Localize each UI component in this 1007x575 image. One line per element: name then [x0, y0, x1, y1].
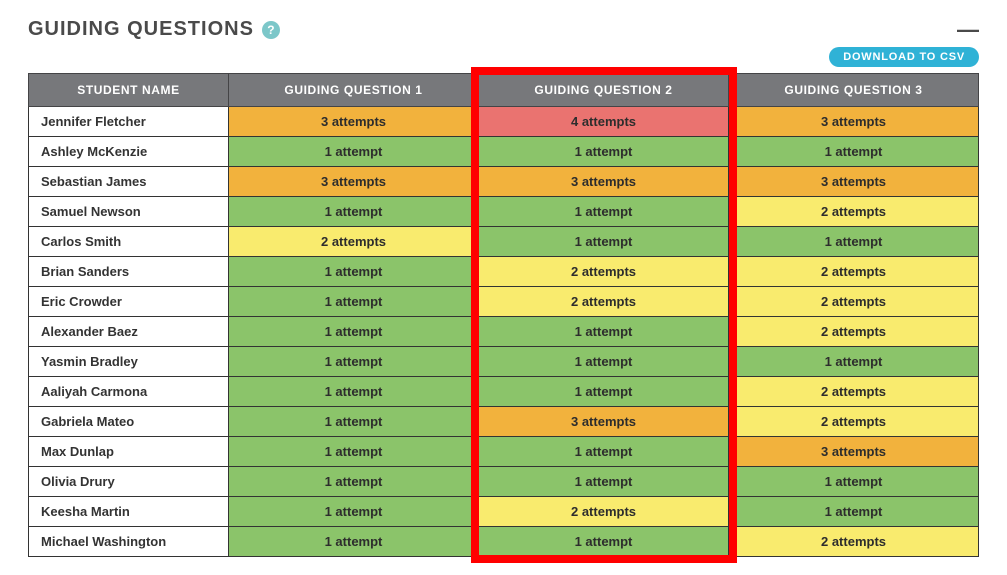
col-header-student-name[interactable]: STUDENT NAME: [29, 74, 229, 107]
col-header-gq3[interactable]: GUIDING QUESTION 3: [729, 74, 979, 107]
attempt-cell[interactable]: 2 attempts: [479, 497, 729, 527]
attempt-cell[interactable]: 2 attempts: [729, 377, 979, 407]
attempt-cell[interactable]: 1 attempt: [729, 497, 979, 527]
table-header-row: STUDENT NAME GUIDING QUESTION 1 GUIDING …: [29, 74, 979, 107]
attempt-cell[interactable]: 2 attempts: [729, 257, 979, 287]
student-name-cell[interactable]: Yasmin Bradley: [29, 347, 229, 377]
student-name-cell[interactable]: Keesha Martin: [29, 497, 229, 527]
download-row: DOWNLOAD TO CSV: [28, 47, 979, 67]
attempt-cell[interactable]: 1 attempt: [229, 197, 479, 227]
attempt-cell[interactable]: 1 attempt: [229, 497, 479, 527]
attempt-cell[interactable]: 1 attempt: [229, 137, 479, 167]
student-name-cell[interactable]: Alexander Baez: [29, 317, 229, 347]
attempt-cell[interactable]: 1 attempt: [229, 287, 479, 317]
attempt-cell[interactable]: 2 attempts: [479, 257, 729, 287]
attempt-cell[interactable]: 1 attempt: [479, 377, 729, 407]
attempt-cell[interactable]: 1 attempt: [479, 197, 729, 227]
attempt-cell[interactable]: 2 attempts: [729, 317, 979, 347]
student-name-cell[interactable]: Aaliyah Carmona: [29, 377, 229, 407]
attempt-cell[interactable]: 1 attempt: [479, 227, 729, 257]
page-title: GUIDING QUESTIONS: [28, 18, 254, 41]
attempt-cell[interactable]: 1 attempt: [729, 467, 979, 497]
table-row: Sebastian James3 attempts3 attempts3 att…: [29, 167, 979, 197]
attempt-cell[interactable]: 1 attempt: [479, 317, 729, 347]
table-container: STUDENT NAME GUIDING QUESTION 1 GUIDING …: [28, 73, 979, 557]
attempt-cell[interactable]: 3 attempts: [479, 167, 729, 197]
attempt-cell[interactable]: 3 attempts: [229, 107, 479, 137]
attempt-cell[interactable]: 1 attempt: [229, 407, 479, 437]
collapse-icon[interactable]: —: [957, 19, 979, 41]
help-icon[interactable]: ?: [262, 21, 280, 39]
attempt-cell[interactable]: 1 attempt: [229, 437, 479, 467]
table-row: Jennifer Fletcher3 attempts4 attempts3 a…: [29, 107, 979, 137]
table-row: Keesha Martin1 attempt2 attempts1 attemp…: [29, 497, 979, 527]
table-row: Olivia Drury1 attempt1 attempt1 attempt: [29, 467, 979, 497]
student-name-cell[interactable]: Gabriela Mateo: [29, 407, 229, 437]
attempt-cell[interactable]: 2 attempts: [729, 197, 979, 227]
attempt-cell[interactable]: 1 attempt: [229, 317, 479, 347]
attempt-cell[interactable]: 3 attempts: [729, 437, 979, 467]
table-row: Max Dunlap1 attempt1 attempt3 attempts: [29, 437, 979, 467]
student-name-cell[interactable]: Brian Sanders: [29, 257, 229, 287]
student-name-cell[interactable]: Eric Crowder: [29, 287, 229, 317]
attempt-cell[interactable]: 1 attempt: [479, 137, 729, 167]
student-name-cell[interactable]: Michael Washington: [29, 527, 229, 557]
student-name-cell[interactable]: Olivia Drury: [29, 467, 229, 497]
table-row: Alexander Baez1 attempt1 attempt2 attemp…: [29, 317, 979, 347]
table-row: Carlos Smith2 attempts1 attempt1 attempt: [29, 227, 979, 257]
attempt-cell[interactable]: 1 attempt: [229, 377, 479, 407]
attempt-cell[interactable]: 1 attempt: [729, 227, 979, 257]
attempt-cell[interactable]: 1 attempt: [229, 257, 479, 287]
attempt-cell[interactable]: 1 attempt: [479, 347, 729, 377]
attempt-cell[interactable]: 4 attempts: [479, 107, 729, 137]
col-header-gq2[interactable]: GUIDING QUESTION 2: [479, 74, 729, 107]
attempt-cell[interactable]: 1 attempt: [479, 527, 729, 557]
student-name-cell[interactable]: Jennifer Fletcher: [29, 107, 229, 137]
attempt-cell[interactable]: 1 attempt: [479, 467, 729, 497]
attempt-cell[interactable]: 2 attempts: [479, 287, 729, 317]
attempt-cell[interactable]: 1 attempt: [229, 527, 479, 557]
attempt-cell[interactable]: 3 attempts: [479, 407, 729, 437]
attempt-cell[interactable]: 1 attempt: [229, 347, 479, 377]
guiding-questions-table: STUDENT NAME GUIDING QUESTION 1 GUIDING …: [28, 73, 979, 557]
attempt-cell[interactable]: 1 attempt: [229, 467, 479, 497]
student-name-cell[interactable]: Carlos Smith: [29, 227, 229, 257]
attempt-cell[interactable]: 3 attempts: [729, 167, 979, 197]
student-name-cell[interactable]: Max Dunlap: [29, 437, 229, 467]
attempt-cell[interactable]: 1 attempt: [479, 437, 729, 467]
attempt-cell[interactable]: 3 attempts: [229, 167, 479, 197]
table-row: Brian Sanders1 attempt2 attempts2 attemp…: [29, 257, 979, 287]
attempt-cell[interactable]: 3 attempts: [729, 107, 979, 137]
header-row: GUIDING QUESTIONS ? —: [28, 18, 979, 41]
download-csv-button[interactable]: DOWNLOAD TO CSV: [829, 47, 979, 67]
title-wrap: GUIDING QUESTIONS ?: [28, 18, 280, 41]
table-row: Aaliyah Carmona1 attempt1 attempt2 attem…: [29, 377, 979, 407]
attempt-cell[interactable]: 2 attempts: [729, 287, 979, 317]
attempt-cell[interactable]: 2 attempts: [729, 527, 979, 557]
student-name-cell[interactable]: Sebastian James: [29, 167, 229, 197]
table-row: Gabriela Mateo1 attempt3 attempts2 attem…: [29, 407, 979, 437]
table-row: Ashley McKenzie1 attempt1 attempt1 attem…: [29, 137, 979, 167]
student-name-cell[interactable]: Ashley McKenzie: [29, 137, 229, 167]
attempt-cell[interactable]: 2 attempts: [229, 227, 479, 257]
attempt-cell[interactable]: 1 attempt: [729, 137, 979, 167]
attempt-cell[interactable]: 2 attempts: [729, 407, 979, 437]
table-row: Yasmin Bradley1 attempt1 attempt1 attemp…: [29, 347, 979, 377]
student-name-cell[interactable]: Samuel Newson: [29, 197, 229, 227]
col-header-gq1[interactable]: GUIDING QUESTION 1: [229, 74, 479, 107]
table-row: Eric Crowder1 attempt2 attempts2 attempt…: [29, 287, 979, 317]
table-row: Michael Washington1 attempt1 attempt2 at…: [29, 527, 979, 557]
attempt-cell[interactable]: 1 attempt: [729, 347, 979, 377]
table-row: Samuel Newson1 attempt1 attempt2 attempt…: [29, 197, 979, 227]
